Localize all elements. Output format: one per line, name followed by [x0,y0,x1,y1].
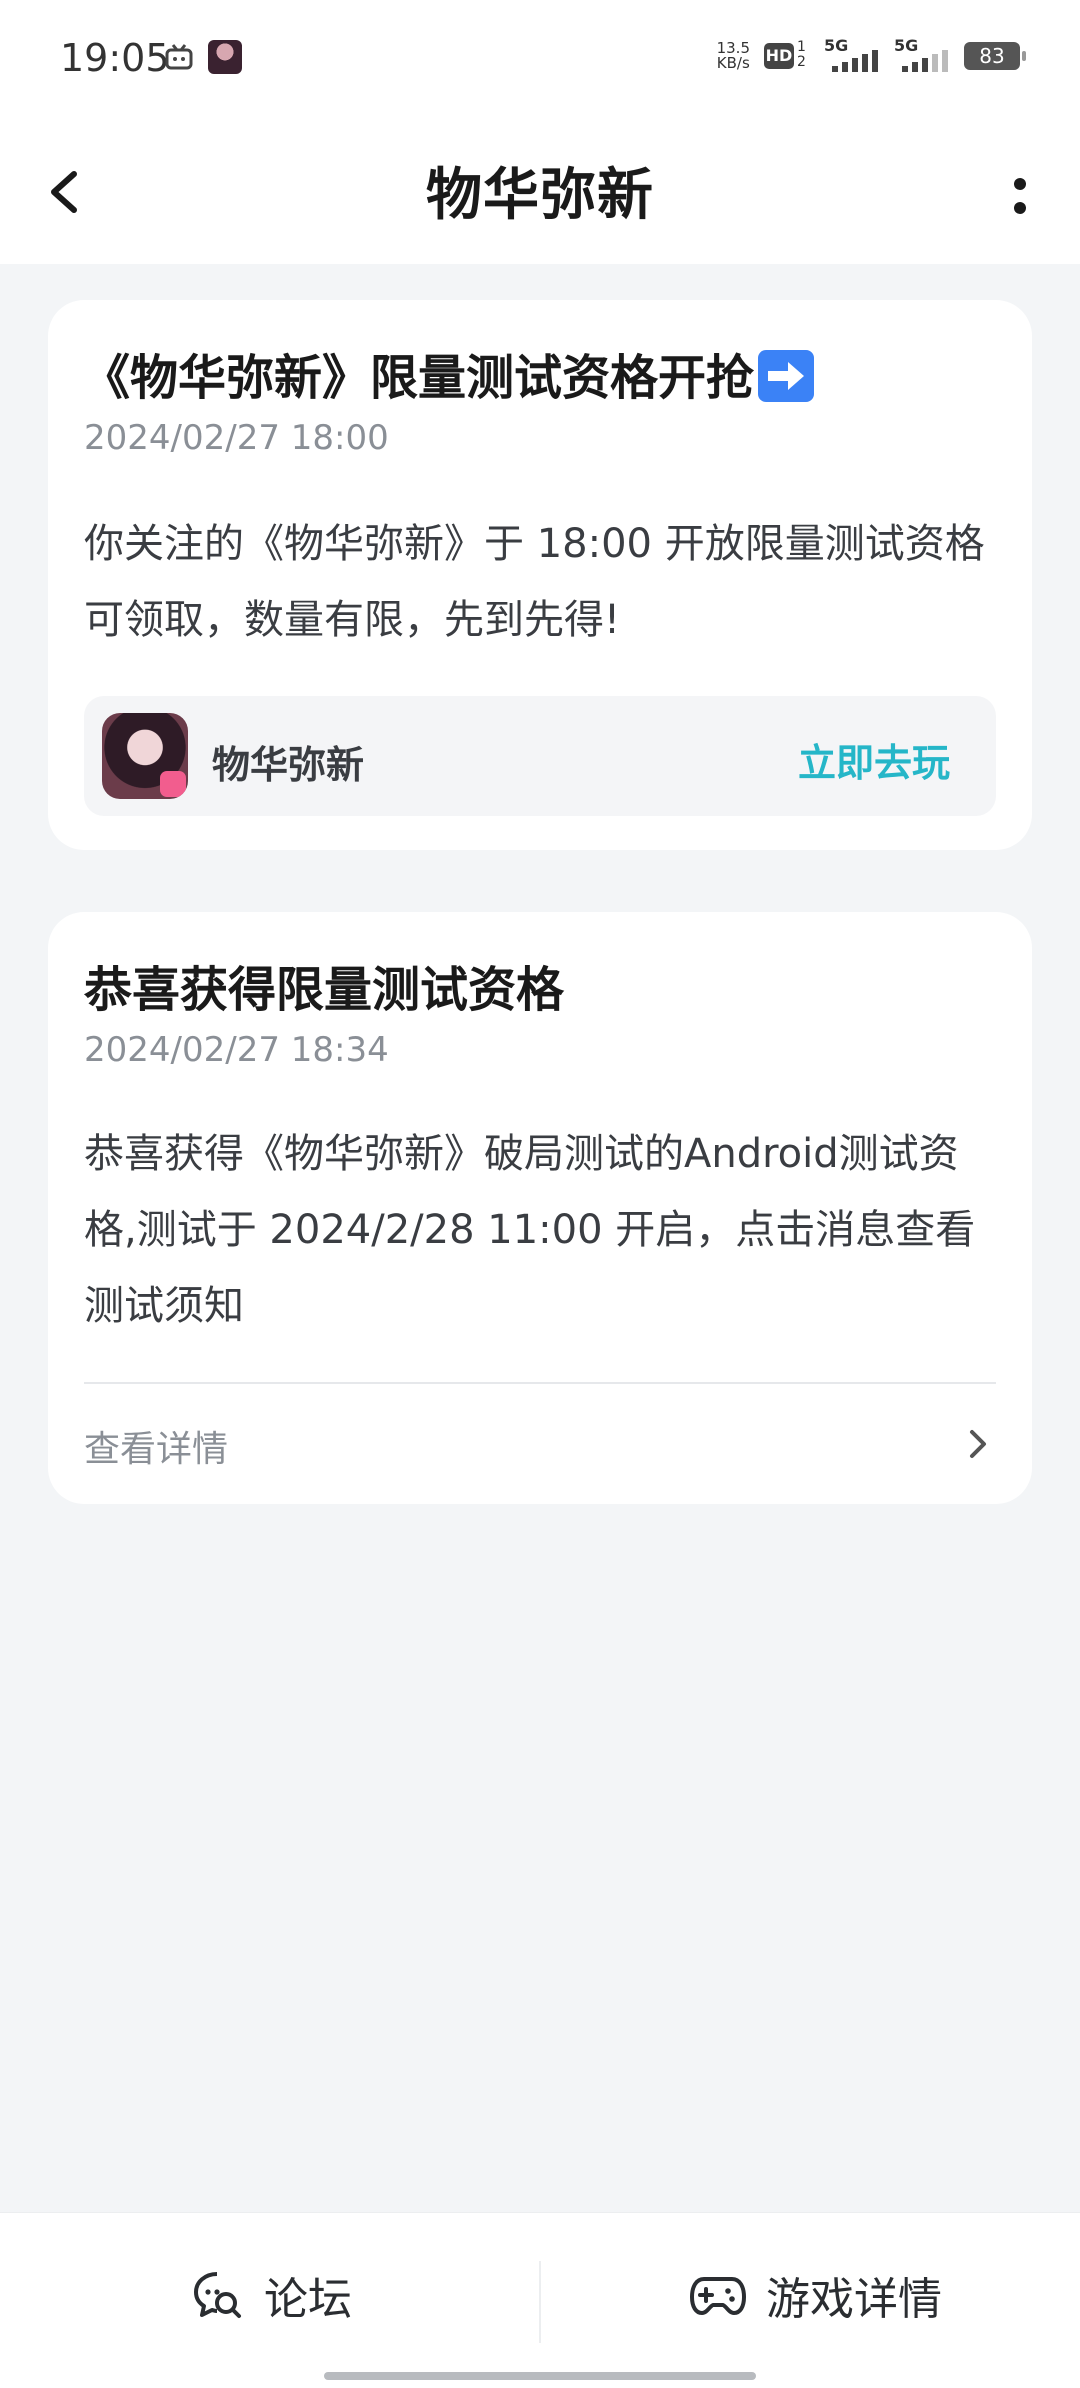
game-detail-tab[interactable]: 游戏详情 [540,2213,1080,2388]
message-title: 恭喜获得限量测试资格 [84,962,565,1018]
message-time: 2024/02/27 18:34 [84,1030,389,1070]
message-body: 恭喜获得《物华弥新》破局测试的Android测试资格,测试于 2024/2/28… [84,1131,976,1329]
status-notification-icons [164,40,242,74]
forum-label: 论坛 [264,2274,352,2325]
status-time: 19:05 [60,36,170,80]
game-name: 物华弥新 [212,743,365,787]
status-system-icons: 13.5 KB/s HD 1 2 5G 5G 83 [716,36,1026,72]
forum-tab[interactable]: 论坛 [0,2213,540,2388]
game-detail-label: 游戏详情 [766,2274,942,2325]
message-time: 2024/02/27 18:00 [84,418,389,458]
game-notification-avatar [208,40,242,74]
status-bar: 19:05 13.5 KB/s HD 1 2 5G 5G 83 [0,0,1080,120]
signal-5g-icon: 5G [824,36,880,72]
home-indicator[interactable] [324,2372,756,2380]
message-card-test-open[interactable]: 《物华弥新》限量测试资格开抢 2024/02/27 18:00 你关注的《物华弥… [48,300,1032,850]
message-title: 《物华弥新》限量测试资格开抢 [82,338,815,408]
message-body: 你关注的《物华弥新》于 18:00 开放限量测试资格可领取，数量有限，先到先得! [84,521,985,643]
bilibili-tv-icon [165,44,193,70]
hd-voice-icon: HD 1 2 [764,39,806,70]
network-speed: 13.5 KB/s [716,39,750,72]
page-title: 物华弥新 [426,163,654,228]
right-arrow-emoji-icon [758,350,815,402]
gamepad-icon [690,2277,746,2315]
forum-chat-icon [194,2272,241,2318]
battery-icon: 83 [964,42,1026,70]
play-now-button[interactable]: 立即去玩 [798,732,950,787]
app-header: 物华弥新 [0,120,1080,264]
more-vertical-icon[interactable] [1000,160,1040,232]
message-card-qualified[interactable]: 恭喜获得限量测试资格 2024/02/27 18:34 恭喜获得《物华弥新》破局… [48,912,1032,1504]
game-app-icon [102,713,188,799]
game-entry[interactable]: 物华弥新 立即去玩 [84,696,996,816]
chevron-right-icon[interactable] [964,1424,992,1464]
card-divider [84,1382,996,1384]
signal-5g-secondary-icon: 5G [894,36,950,72]
view-details-link[interactable]: 查看详情 [84,1420,228,1472]
bilibili-badge-icon [160,771,186,797]
bottom-action-bar: 论坛 游戏详情 [0,2212,1080,2388]
